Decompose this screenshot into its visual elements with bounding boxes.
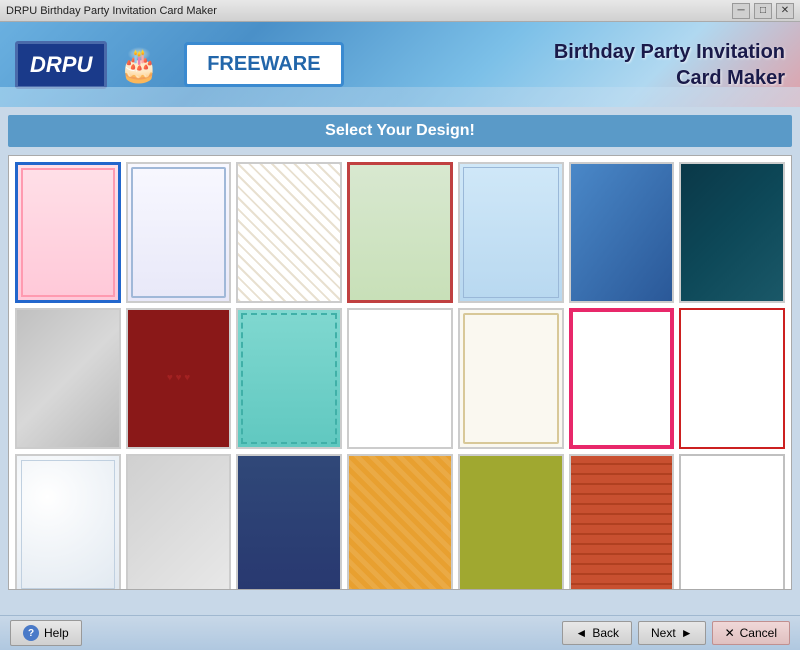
footer-left: ? Help — [10, 620, 82, 646]
design-card-11[interactable] — [347, 308, 453, 449]
help-button[interactable]: ? Help — [10, 620, 82, 646]
design-card-18[interactable] — [347, 454, 453, 590]
cancel-button[interactable]: ✕ Cancel — [712, 621, 790, 645]
design-grid — [15, 162, 785, 590]
cancel-label: Cancel — [740, 626, 777, 640]
design-card-12[interactable] — [458, 308, 564, 449]
design-card-15[interactable] — [15, 454, 121, 590]
design-card-7[interactable] — [679, 162, 785, 303]
back-button[interactable]: ◄ Back — [562, 621, 632, 645]
minimize-button[interactable]: ─ — [732, 3, 750, 19]
design-card-8[interactable] — [15, 308, 121, 449]
design-card-19[interactable] — [458, 454, 564, 590]
design-card-14[interactable] — [679, 308, 785, 449]
design-card-3[interactable] — [236, 162, 342, 303]
close-button[interactable]: ✕ — [776, 3, 794, 19]
footer-right: ◄ Back Next ► ✕ Cancel — [562, 621, 790, 645]
design-card-16[interactable] — [126, 454, 232, 590]
app-title: Birthday Party Invitation Card Maker — [554, 39, 785, 91]
birthday-cake-icon: 🎂 — [119, 46, 159, 84]
title-bar: DRPU Birthday Party Invitation Card Make… — [0, 0, 800, 22]
help-label: Help — [44, 626, 69, 640]
title-bar-text: DRPU Birthday Party Invitation Card Make… — [6, 5, 217, 17]
design-card-6[interactable] — [569, 162, 675, 303]
back-arrow-icon: ◄ — [575, 626, 587, 640]
maximize-button[interactable]: □ — [754, 3, 772, 19]
design-card-5[interactable] — [458, 162, 564, 303]
design-card-1[interactable] — [15, 162, 121, 303]
design-card-9[interactable] — [126, 308, 232, 449]
back-label: Back — [592, 626, 619, 640]
design-card-13[interactable] — [569, 308, 675, 449]
help-icon: ? — [23, 625, 39, 641]
design-card-4[interactable] — [347, 162, 453, 303]
main-content: Select Your Design! — [0, 107, 800, 615]
next-label: Next — [651, 626, 676, 640]
select-design-label: Select Your Design! — [8, 115, 792, 147]
next-button[interactable]: Next ► — [638, 621, 706, 645]
design-card-2[interactable] — [126, 162, 232, 303]
footer: ? Help ◄ Back Next ► ✕ Cancel — [0, 615, 800, 650]
design-card-20[interactable] — [569, 454, 675, 590]
cancel-icon: ✕ — [725, 626, 735, 640]
next-arrow-icon: ► — [681, 626, 693, 640]
freeware-badge: FREEWARE — [184, 42, 343, 87]
design-card-21[interactable] — [679, 454, 785, 590]
header: DRPU 🎂 FREEWARE Birthday Party Invitatio… — [0, 22, 800, 107]
design-card-17[interactable] — [236, 454, 342, 590]
design-card-10[interactable] — [236, 308, 342, 449]
title-bar-controls: ─ □ ✕ — [732, 3, 794, 19]
drpu-logo: DRPU — [15, 41, 107, 89]
design-grid-container[interactable] — [8, 155, 792, 590]
